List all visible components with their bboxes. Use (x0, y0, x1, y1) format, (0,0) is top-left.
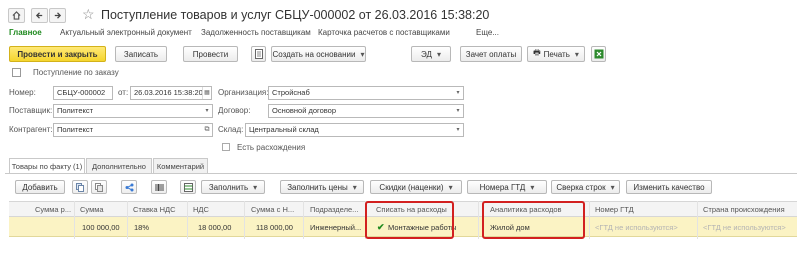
panel-border (5, 173, 797, 174)
organization-field[interactable]: Стройснаб ▾ (268, 86, 464, 100)
link-icon[interactable] (121, 180, 137, 194)
column-header-sum-r[interactable]: Сумма р... (35, 205, 71, 214)
copy-icon[interactable] (72, 180, 88, 194)
tab-more[interactable]: Еще... (476, 28, 499, 37)
dropdown-icon[interactable]: ▾ (202, 105, 212, 117)
back-arrow-icon[interactable] (31, 8, 48, 23)
date-label: от: (118, 88, 129, 97)
cell-sum-with-vat[interactable]: 118 000,00 (256, 223, 293, 232)
payment-offset-button[interactable]: Зачет оплаты (460, 46, 522, 62)
tab-additional[interactable]: Дополнительно (86, 158, 152, 173)
tab-supplier-debt[interactable]: Задолженность поставщикам (201, 28, 311, 37)
discrepancy-label: Есть расхождения (237, 143, 306, 152)
table-select-icon[interactable] (180, 180, 196, 194)
barcode-icon[interactable] (151, 180, 167, 194)
dropdown-icon[interactable]: ▾ (453, 105, 463, 117)
cell-gtd[interactable]: <ГТД не используются> (595, 223, 678, 232)
cell-country[interactable]: <ГТД не используются> (703, 223, 786, 232)
window-title: Поступление товаров и услуг СБЦУ-000002 … (101, 8, 490, 22)
fill-prices-button[interactable]: Заполнить цены (280, 180, 364, 194)
document-icon[interactable] (251, 46, 266, 62)
column-header-gtd[interactable]: Номер ГТД (595, 205, 634, 214)
ed-button[interactable]: ЭД (411, 46, 451, 62)
organization-label: Организация: (218, 88, 269, 97)
highlight-analytics-column (482, 201, 585, 239)
print-button[interactable]: 🖶 Печать (527, 46, 585, 62)
discounts-button[interactable]: Скидки (наценки) (370, 180, 462, 194)
excel-export-icon[interactable] (591, 46, 606, 62)
tab-main[interactable]: Главное (9, 28, 42, 37)
order-checkbox-label: Поступление по заказу (33, 68, 119, 77)
dropdown-icon[interactable]: ▾ (453, 87, 463, 99)
warehouse-label: Склад: (218, 125, 244, 134)
tab-comment[interactable]: Комментарий (153, 158, 208, 173)
order-checkbox[interactable] (12, 68, 21, 77)
cell-sum[interactable]: 100 000,00 (82, 223, 120, 232)
open-icon[interactable]: ⧉ (202, 124, 212, 136)
contract-label: Договор: (218, 106, 251, 115)
column-header-sum-with-vat[interactable]: Сумма с Н... (251, 205, 294, 214)
tab-supplier-card[interactable]: Карточка расчетов с поставщиками (318, 28, 450, 37)
highlight-write-off-column (365, 201, 454, 239)
create-based-on-button[interactable]: Создать на основании (271, 46, 366, 62)
printer-icon: 🖶 (533, 48, 541, 57)
reconcile-rows-button[interactable]: Сверка строк (551, 180, 620, 194)
star-icon[interactable]: ☆ (82, 6, 96, 22)
save-button[interactable]: Записать (115, 46, 167, 62)
fill-button[interactable]: Заполнить (201, 180, 265, 194)
column-header-department[interactable]: Подразделе... (310, 205, 358, 214)
supplier-label: Поставщик: (9, 106, 53, 115)
calendar-icon[interactable]: ▦ (202, 87, 211, 99)
counterparty-label: Контрагент: (9, 125, 53, 134)
cell-vat[interactable]: 18 000,00 (198, 223, 231, 232)
add-row-button[interactable]: Добавить (15, 180, 65, 194)
discrepancy-checkbox[interactable] (222, 143, 230, 151)
tab-actual-edoc[interactable]: Актуальный электронный документ (60, 28, 192, 37)
supplier-field[interactable]: Политекст ▾ (53, 104, 213, 118)
date-field[interactable]: 26.03.2016 15:38:20 ▦ (130, 86, 212, 100)
warehouse-field[interactable]: Центральный склад ▾ (245, 123, 464, 137)
forward-arrow-icon[interactable] (49, 8, 66, 23)
column-header-vat-rate[interactable]: Ставка НДС (133, 205, 176, 214)
counterparty-field[interactable]: Политекст ⧉ (53, 123, 213, 137)
number-label: Номер: (9, 88, 36, 97)
dropdown-icon[interactable]: ▾ (453, 124, 463, 136)
duplicate-icon[interactable] (91, 180, 107, 194)
gtd-numbers-button[interactable]: Номера ГТД (467, 180, 547, 194)
home-icon[interactable] (8, 8, 25, 23)
cell-department[interactable]: Инженерный... (310, 223, 361, 232)
contract-field[interactable]: Основной договор ▾ (268, 104, 464, 118)
change-quality-button[interactable]: Изменить качество (626, 180, 712, 194)
column-header-vat[interactable]: НДС (193, 205, 209, 214)
post-and-close-button[interactable]: Провести и закрыть (9, 46, 106, 62)
column-header-sum[interactable]: Сумма (80, 205, 104, 214)
tab-goods-actual[interactable]: Товары по факту (1) (9, 158, 85, 174)
column-header-country[interactable]: Страна происхождения (703, 205, 785, 214)
cell-vat-rate[interactable]: 18% (134, 223, 149, 232)
number-field[interactable]: СБЦУ-000002 (53, 86, 113, 100)
post-button[interactable]: Провести (183, 46, 238, 62)
